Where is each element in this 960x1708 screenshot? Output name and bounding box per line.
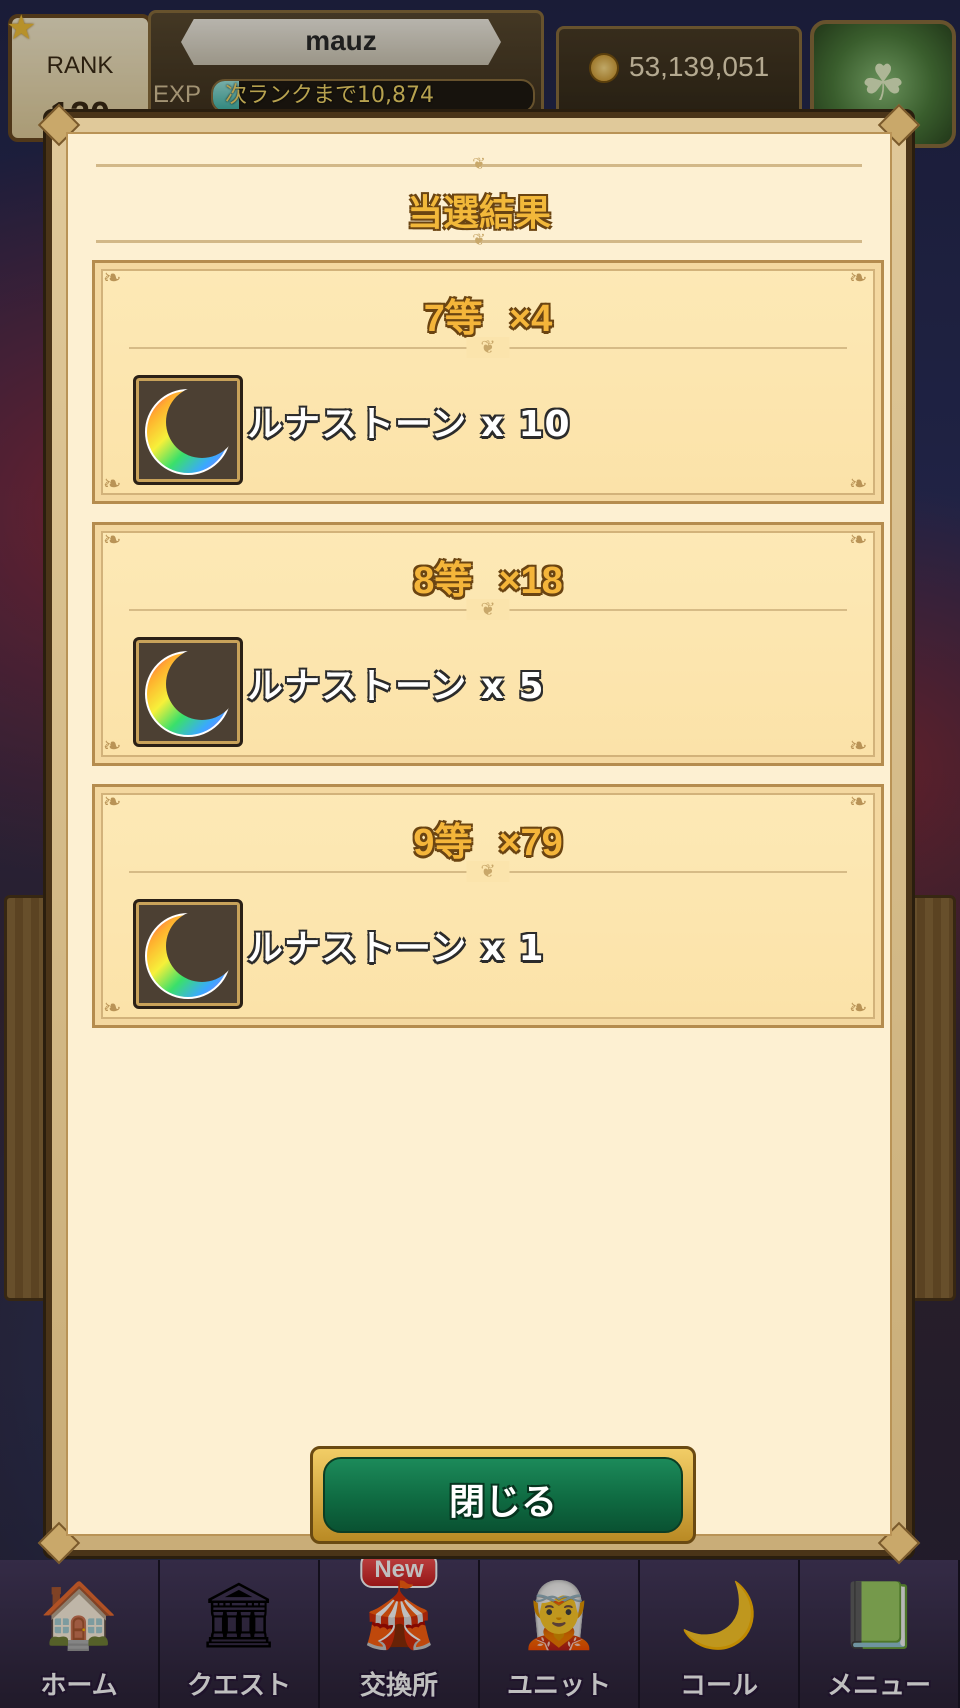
close-button-face: 閉じる [323,1457,683,1533]
prize-tier: 8等 [413,560,473,602]
prize-tier-title: 9等 ×79 [95,811,881,866]
prize-tier-title: 8等 ×18 [95,549,881,604]
crescent-moon-icon [145,913,231,999]
luna-stone-icon[interactable] [133,637,243,747]
close-button[interactable]: 閉じる [310,1446,696,1544]
result-modal: ❦ 当選結果 ❦ ❧ ❧ ❧ ❧ 7等 ×4 ❦ ルナストーン x 10 ❧ ❧… [37,103,921,1565]
modal-frame: ❦ 当選結果 ❦ ❧ ❧ ❧ ❧ 7等 ×4 ❦ ルナストーン x 10 ❧ ❧… [37,103,921,1565]
curl-ornament-icon: ❧ [103,996,122,1021]
curl-ornament-icon: ❧ [849,734,868,759]
item-name: ルナストーン x 1 [247,928,545,969]
modal-title: 当選結果 [406,193,551,234]
prize-tier-title: 7等 ×4 [95,287,881,342]
prize-card: ❧ ❧ ❧ ❧ 8等 ×18 ❦ ルナストーン x 5 [92,522,884,766]
luna-stone-icon[interactable] [133,899,243,1009]
crescent-moon-icon [145,389,231,475]
prize-tier: 9等 [413,822,473,864]
close-button-label: 閉じる [448,1482,557,1523]
curl-ornament-icon: ❧ [849,472,868,497]
prize-card: ❧ ❧ ❧ ❧ 7等 ×4 ❦ ルナストーン x 10 [92,260,884,504]
luna-stone-icon[interactable] [133,375,243,485]
prize-count: ×79 [498,822,563,864]
modal-body: ❦ 当選結果 ❦ ❧ ❧ ❧ ❧ 7等 ×4 ❦ ルナストーン x 10 ❧ ❧… [66,132,892,1544]
ornament-icon: ❦ [466,599,510,620]
ornament-icon: ❦ [466,337,510,358]
curl-ornament-icon: ❧ [849,996,868,1021]
item-name: ルナストーン x 10 [247,404,571,445]
modal-header: ❦ 当選結果 ❦ [96,154,862,249]
ornament-icon: ❦ [466,861,510,882]
prize-card: ❧ ❧ ❧ ❧ 9等 ×79 ❦ ルナストーン x 1 [92,784,884,1028]
item-name: ルナストーン x 5 [247,666,545,707]
prize-tier: 7等 [423,298,483,340]
crescent-moon-icon [145,651,231,737]
curl-ornament-icon: ❧ [103,734,122,759]
prize-count: ×4 [508,298,553,340]
ornament-icon: ❦ [472,230,486,249]
ornament-icon: ❦ [472,154,486,173]
curl-ornament-icon: ❧ [103,472,122,497]
prize-count: ×18 [498,560,563,602]
